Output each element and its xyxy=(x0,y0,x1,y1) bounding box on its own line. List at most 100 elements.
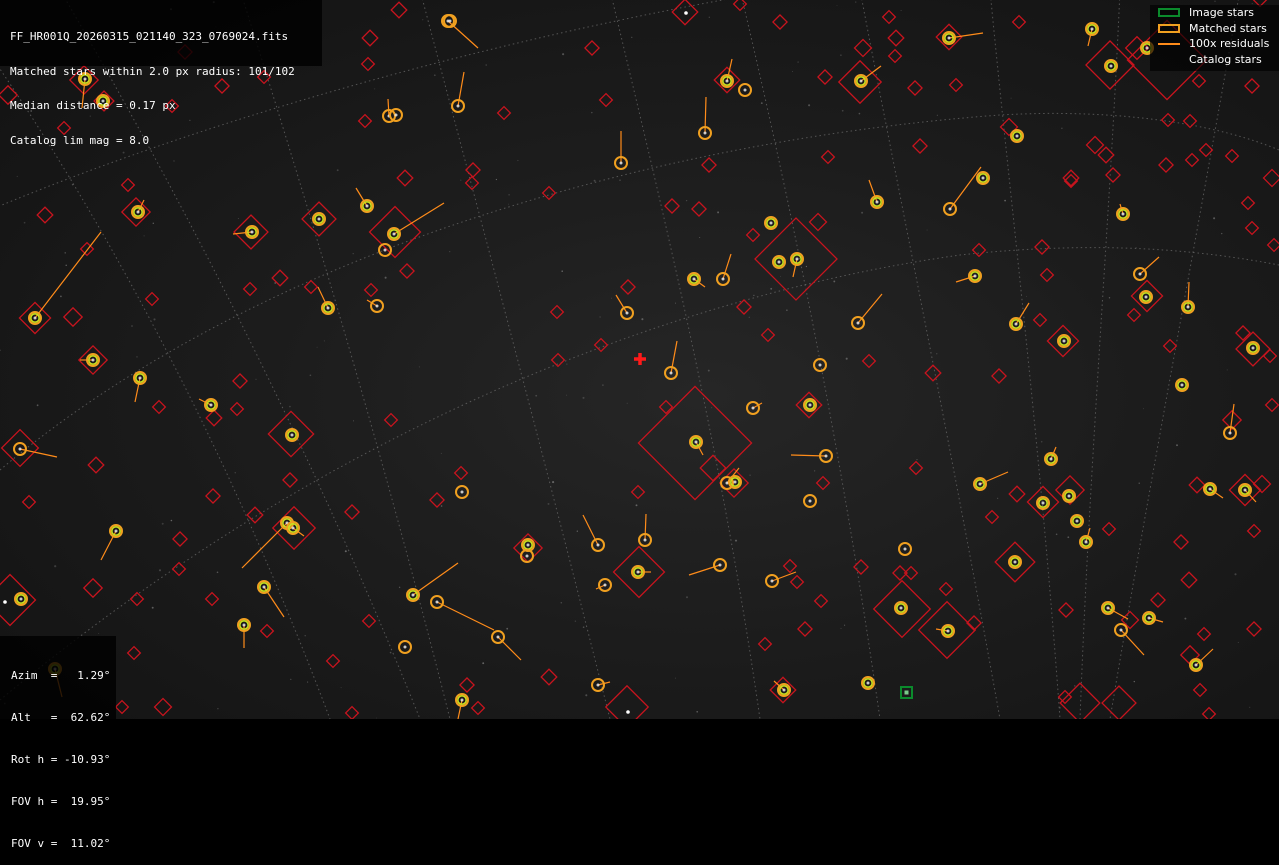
bright-star xyxy=(3,600,7,604)
catalog-star-icon xyxy=(772,14,788,30)
background-star xyxy=(131,325,133,327)
catalog-star-icon xyxy=(1188,476,1206,494)
background-star xyxy=(234,472,236,474)
background-star xyxy=(1226,369,1228,371)
background-star xyxy=(60,295,62,298)
legend-matched-stars-label: Matched stars xyxy=(1189,21,1267,35)
catalog-star-icon xyxy=(1224,148,1240,164)
background-star xyxy=(449,251,451,253)
background-star xyxy=(217,707,219,710)
background-star xyxy=(255,378,257,381)
background-star xyxy=(216,571,219,574)
star-point xyxy=(448,19,452,23)
catalog-star-icon xyxy=(172,531,188,547)
star-point xyxy=(769,221,773,225)
background-star xyxy=(1213,217,1216,220)
background-star xyxy=(619,179,621,181)
background-star xyxy=(1138,482,1140,484)
catalog-star-icon xyxy=(584,40,600,56)
catalog-star-icon xyxy=(36,206,54,224)
star-point xyxy=(250,230,254,234)
star-point xyxy=(526,543,530,547)
background-star xyxy=(641,318,644,321)
catalog-star-icon xyxy=(1246,621,1262,637)
catalog-star-icon xyxy=(1034,239,1050,255)
background-star xyxy=(685,199,688,202)
legend-catalog-stars-label: Catalog stars xyxy=(1189,52,1262,66)
background-star xyxy=(707,369,710,372)
star-point xyxy=(866,681,870,685)
catalog-star-icon xyxy=(1058,602,1074,618)
star-point xyxy=(1243,488,1247,492)
background-star xyxy=(916,459,918,461)
background-star xyxy=(485,64,487,66)
catalog-star-icon xyxy=(1266,237,1279,253)
star-point xyxy=(721,277,725,281)
residual-vector xyxy=(34,231,102,319)
catalog-star-icon xyxy=(1252,474,1272,494)
background-star xyxy=(418,366,420,368)
catalog-star-icon xyxy=(357,113,373,129)
star-point xyxy=(1062,339,1066,343)
star-point xyxy=(1145,46,1149,50)
catalog-star-icon xyxy=(21,494,37,510)
catalog-star-icon xyxy=(360,56,376,72)
background-star xyxy=(173,160,175,162)
star-point xyxy=(1015,134,1019,138)
background-star xyxy=(926,229,928,231)
star-point xyxy=(1067,494,1071,498)
background-star xyxy=(562,53,565,56)
star-point xyxy=(978,482,982,486)
center-cross-icon xyxy=(634,353,646,365)
background-star xyxy=(717,211,720,214)
background-star xyxy=(585,694,588,697)
background-star xyxy=(845,357,848,360)
background-star xyxy=(36,404,39,407)
catalog-star-icon xyxy=(282,472,298,488)
catalog-star-icon xyxy=(1158,157,1174,173)
background-star xyxy=(833,280,836,283)
star-point xyxy=(1075,519,1079,523)
fov-vertical-readout: FOV v = 11.02° xyxy=(11,837,111,850)
matched-star-swatch-icon xyxy=(1158,23,1180,33)
catalog-star-icon xyxy=(1085,135,1105,155)
background-star xyxy=(1184,617,1187,620)
grid-line xyxy=(990,0,1061,719)
catalog-star-icon xyxy=(396,169,414,187)
catalog-star-icon xyxy=(82,577,104,599)
star-point xyxy=(1144,295,1148,299)
star-point xyxy=(1049,457,1053,461)
background-star xyxy=(23,221,26,224)
background-star xyxy=(560,602,563,604)
star-point xyxy=(808,499,812,503)
catalog-star-icon xyxy=(1264,397,1279,413)
star-point xyxy=(136,210,140,214)
star-point xyxy=(981,176,985,180)
star-point xyxy=(1013,560,1017,564)
background-star xyxy=(353,420,354,422)
star-point xyxy=(733,480,737,484)
background-star xyxy=(861,211,864,214)
catalog-star-icon xyxy=(1008,485,1026,503)
catalog-star-icon xyxy=(736,299,752,315)
catalog-star-icon xyxy=(363,282,379,298)
catalog-star-icon xyxy=(820,149,836,165)
catalog-star-icon xyxy=(881,9,897,25)
catalog-star-icon xyxy=(1244,78,1260,94)
star-point xyxy=(91,358,95,362)
background-star xyxy=(770,287,773,290)
star-point xyxy=(33,316,37,320)
background-star xyxy=(561,270,563,272)
background-star xyxy=(422,19,424,21)
altitude-readout: Alt = 62.62° xyxy=(11,711,111,724)
catalog-star-icon xyxy=(1244,220,1260,236)
catalog-star-icon xyxy=(938,581,954,597)
star-point xyxy=(1119,628,1123,632)
background-star xyxy=(508,203,509,205)
catalog-star-icon xyxy=(984,509,1000,525)
legend-residuals-label: 100x residuals xyxy=(1189,37,1270,50)
catalog-star-icon xyxy=(464,175,480,191)
catalog-star-icon xyxy=(745,227,761,243)
background-star xyxy=(506,627,509,630)
background-star xyxy=(566,394,568,396)
